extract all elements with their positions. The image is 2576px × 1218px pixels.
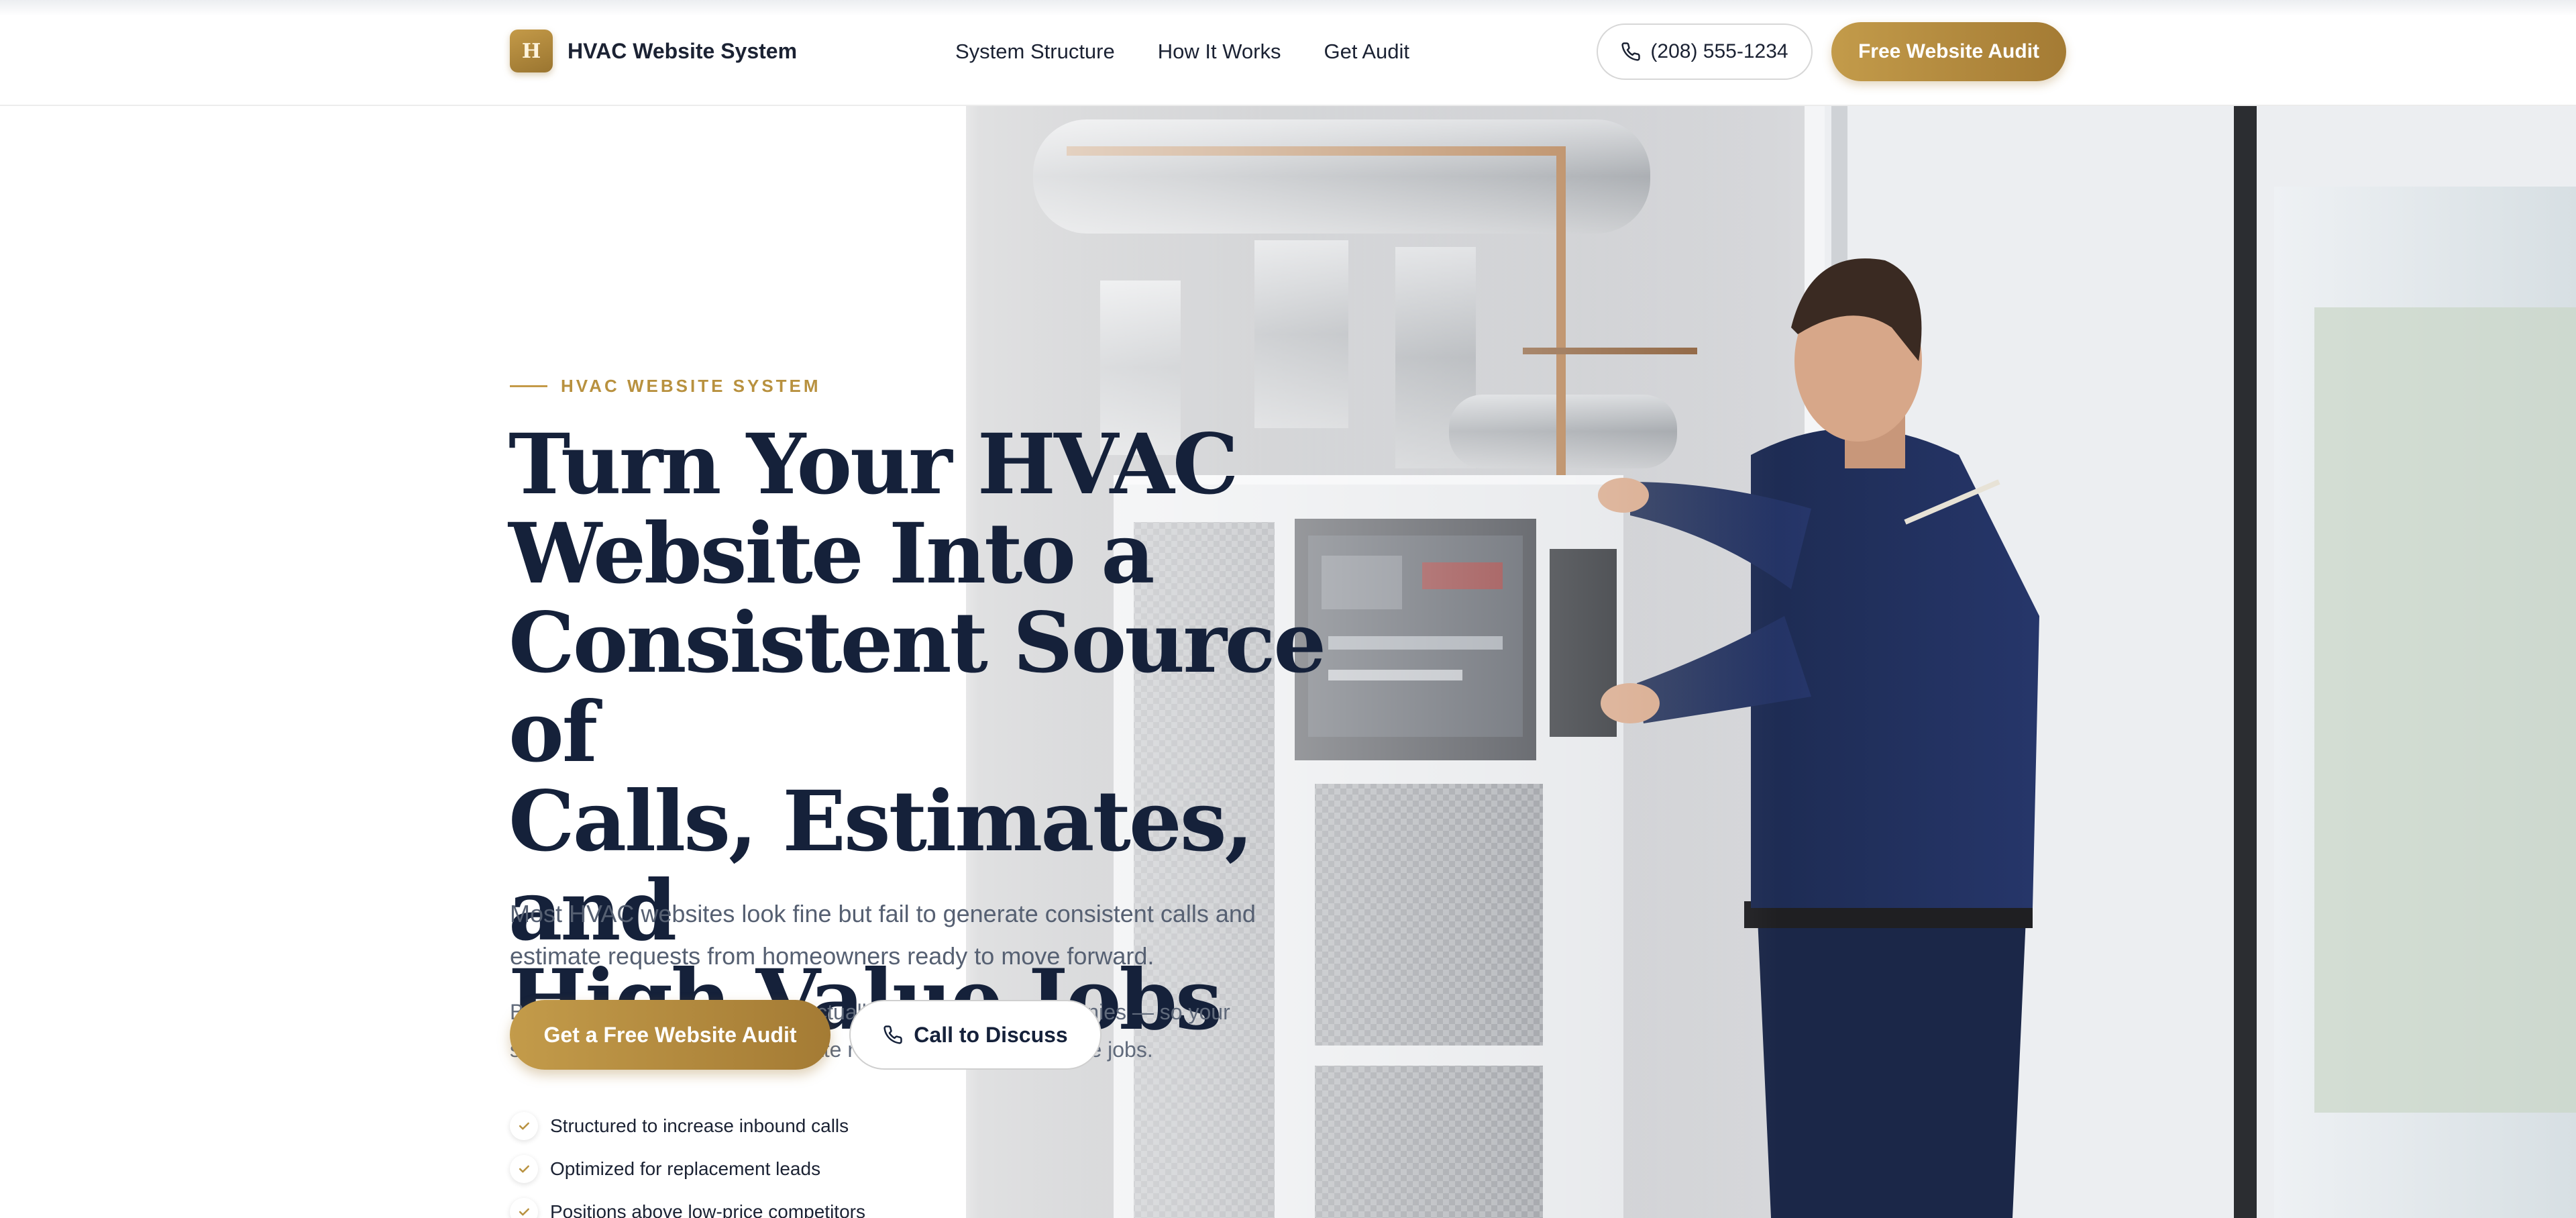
brand-initial: H [521,39,541,63]
phone-number: (208) 555-1234 [1650,40,1788,62]
nav-link-get-audit[interactable]: Get Audit [1324,40,1409,64]
call-to-discuss-button[interactable]: Call to Discuss [849,1000,1102,1070]
free-website-audit-button[interactable]: Free Website Audit [1831,22,2066,81]
hero-section: HVAC WEBSITE SYSTEM Turn Your HVAC Websi… [0,106,2576,1218]
nav-link-system-structure[interactable]: System Structure [955,40,1115,64]
get-free-audit-button[interactable]: Get a Free Website Audit [510,1000,830,1070]
call-to-discuss-label: Call to Discuss [914,1022,1068,1047]
headline-line: Turn Your HVAC [508,416,1238,513]
phone-button[interactable]: (208) 555-1234 [1597,23,1813,80]
headline-line: Website Into a [508,505,1155,603]
nav-link-how-it-works[interactable]: How It Works [1158,40,1281,64]
benefit-text: Structured to increase inbound calls [550,1115,849,1136]
eyebrow-text: HVAC WEBSITE SYSTEM [561,376,821,396]
site-header: H HVAC Website System System Structure H… [0,0,2576,106]
benefit-item: Positions above low-price competitors [510,1190,865,1218]
brand-name: HVAC Website System [568,38,798,63]
benefit-list: Structured to increase inbound calls Opt… [510,1105,865,1218]
headline-line: Consistent Source of [508,595,1326,781]
hero-eyebrow: HVAC WEBSITE SYSTEM [510,376,821,397]
check-icon [510,1155,538,1183]
hero-lead-text: Most HVAC websites look fine but fail to… [510,900,1256,970]
check-icon [510,1112,538,1140]
phone-icon [883,1025,903,1044]
brand-logo-link[interactable]: H HVAC Website System [510,30,797,72]
benefit-item: Structured to increase inbound calls [510,1105,865,1148]
main-nav: System Structure How It Works Get Audit [955,35,1409,68]
phone-icon [1621,42,1641,61]
benefit-text: Optimized for replacement leads [550,1158,821,1179]
check-icon [510,1198,538,1218]
eyebrow-divider [510,385,547,387]
benefit-text: Positions above low-price competitors [550,1201,865,1218]
brand-mark-icon: H [510,30,553,72]
benefit-item: Optimized for replacement leads [510,1148,865,1190]
